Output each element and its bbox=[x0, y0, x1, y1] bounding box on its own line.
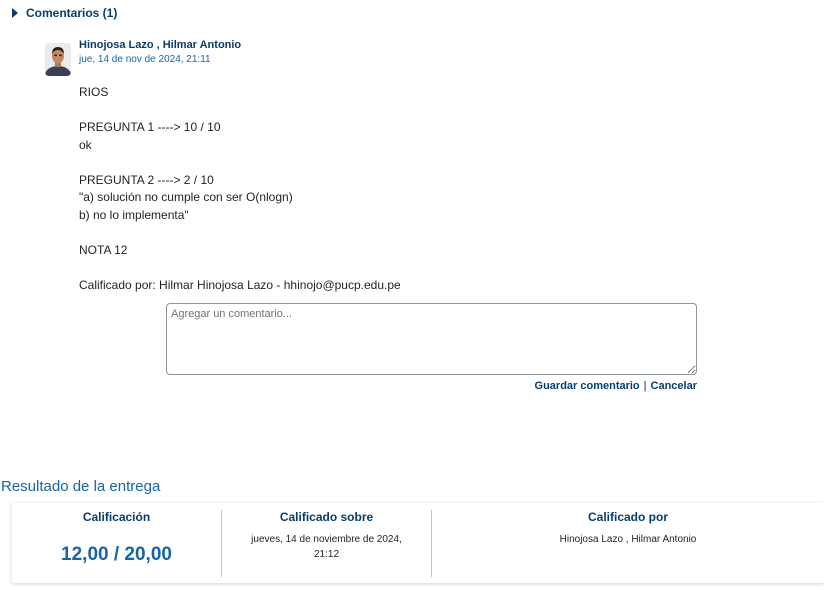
graded-on-value: jueves, 14 de noviembre de 2024, 21:12 bbox=[251, 534, 402, 560]
grade-column: Calificación 12,00 / 20,00 bbox=[12, 503, 221, 583]
comment-timestamp: jue, 14 de nov de 2024, 21:11 bbox=[79, 54, 211, 65]
comment-line bbox=[79, 102, 401, 120]
graded-by-label: Calificado por bbox=[587, 510, 668, 524]
comment-line: b) no lo implementa" bbox=[79, 207, 189, 222]
section-title: Resultado de la entrega bbox=[1, 478, 161, 495]
actions-separator: | bbox=[643, 380, 647, 392]
comment-line: RIOS bbox=[79, 85, 109, 99]
comment-line: ok bbox=[79, 137, 92, 152]
comment-author: Hinojosa Lazo , Hilmar Antonio bbox=[79, 39, 242, 51]
grade-value: 12,00 / 20,00 bbox=[61, 544, 172, 565]
graded-on-label: Calificado sobre bbox=[279, 510, 374, 524]
graded-on-column: Calificado sobre jueves, 14 de noviembre… bbox=[221, 510, 431, 577]
avatar bbox=[45, 43, 71, 76]
comment-input[interactable] bbox=[166, 303, 697, 375]
graded-by-column: Calificado por Hinojosa Lazo , Hilmar An… bbox=[431, 510, 824, 577]
comment-line: NOTA 12 bbox=[79, 242, 128, 257]
comment-line: Calificado por: Hilmar Hinojosa Lazo - h… bbox=[79, 277, 401, 292]
comments-toggle-label: Comentarios (1) bbox=[26, 6, 118, 20]
comment-line bbox=[79, 154, 401, 172]
comment-actions: Guardar comentario | Cancelar bbox=[535, 380, 697, 392]
result-card: Calificación 12,00 / 20,00 Calificado so… bbox=[12, 503, 824, 583]
grade-label: Calificación bbox=[82, 510, 151, 524]
comment-body: RIOS PREGUNTA 1 ----> 10 / 10 ok PREGUNT… bbox=[79, 84, 401, 294]
comment-line: PREGUNTA 2 ----> 2 / 10 bbox=[79, 172, 214, 187]
graded-by-value: Hinojosa Lazo , Hilmar Antonio bbox=[559, 534, 697, 545]
comments-toggle[interactable]: Comentarios (1) bbox=[12, 6, 117, 20]
caret-right-icon bbox=[12, 8, 18, 18]
save-comment-link[interactable]: Guardar comentario bbox=[535, 380, 640, 392]
comment-line: PREGUNTA 1 ----> 10 / 10 bbox=[79, 120, 221, 134]
cancel-link[interactable]: Cancelar bbox=[651, 380, 697, 392]
comment-line: "a) solución no cumple con ser O(nlogn) bbox=[79, 190, 293, 204]
comment-line bbox=[79, 259, 401, 277]
comment-line bbox=[79, 224, 401, 242]
